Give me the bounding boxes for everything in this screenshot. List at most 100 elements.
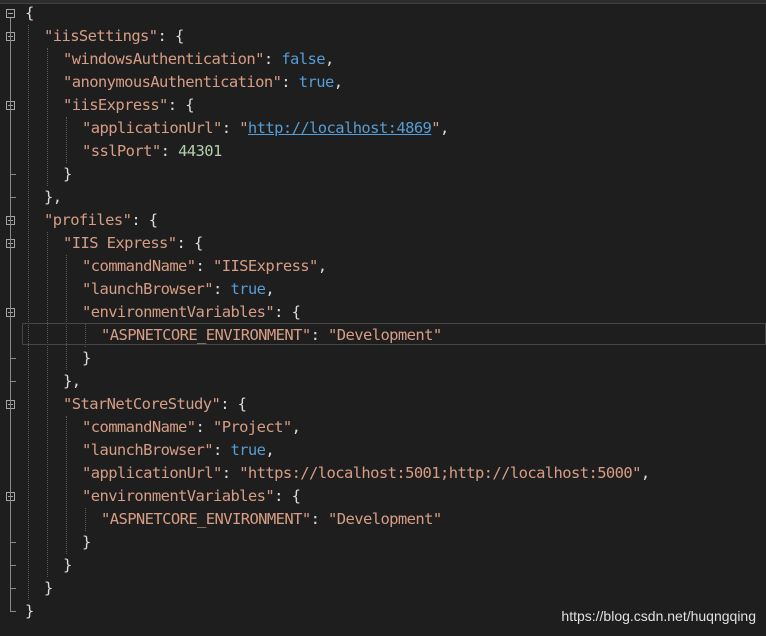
token-bool: true: [298, 73, 335, 91]
token-punc: :: [195, 257, 213, 275]
code-line[interactable]: },: [63, 370, 81, 393]
code-line[interactable]: "windowsAuthentication": false,: [63, 48, 334, 71]
token-punc: :: [281, 73, 299, 91]
token-punc: }: [82, 349, 91, 367]
code-line[interactable]: {: [25, 2, 34, 25]
token-key: "environmentVariables": [82, 303, 275, 321]
token-punc: }: [82, 533, 91, 551]
token-key: "iisSettings": [44, 27, 158, 45]
token-punc: }: [25, 602, 34, 620]
token-punc: ,: [640, 464, 650, 482]
code-line[interactable]: "ASPNETCORE_ENVIRONMENT": "Development": [101, 508, 442, 531]
code-line[interactable]: "iisSettings": {: [44, 25, 184, 48]
token-bool: true: [230, 441, 266, 459]
token-key: "StarNetCoreStudy": [63, 395, 221, 413]
token-key: "ASPNETCORE_ENVIRONMENT": [101, 510, 311, 528]
token-punc: ,: [317, 257, 327, 275]
token-punc: ,: [440, 119, 449, 137]
token-str: "Development": [328, 510, 442, 528]
token-key: "launchBrowser": [82, 280, 214, 298]
code-line[interactable]: "IIS Express": {: [63, 232, 203, 255]
code-line[interactable]: }: [44, 577, 53, 600]
token-punc: :: [212, 280, 231, 298]
code-line[interactable]: "ASPNETCORE_ENVIRONMENT": "Development": [101, 324, 442, 347]
code-line[interactable]: "sslPort": 44301: [82, 140, 222, 163]
indent-guide: [47, 48, 48, 186]
token-punc: : {: [131, 211, 158, 229]
code-line[interactable]: "launchBrowser": true,: [82, 439, 275, 462]
watermark: https://blog.csdn.net/huqngqing: [561, 608, 756, 624]
token-punc: :: [221, 119, 240, 137]
indent-guide: [28, 25, 29, 600]
code-line[interactable]: "environmentVariables": {: [82, 485, 301, 508]
token-punc: ,: [333, 73, 343, 91]
code-line[interactable]: "profiles": {: [44, 209, 158, 232]
token-key: "IIS Express": [63, 234, 177, 252]
token-punc: {: [25, 4, 34, 22]
token-punc: }: [63, 556, 72, 574]
token-key: "environmentVariables": [82, 487, 275, 505]
token-key: "applicationUrl": [82, 119, 222, 137]
token-punc: : {: [274, 487, 301, 505]
token-num: 44301: [178, 142, 222, 160]
token-bool: false: [281, 50, 325, 68]
code-line[interactable]: }: [25, 600, 34, 623]
code-line[interactable]: "iisExpress": {: [63, 94, 195, 117]
token-key: "iisExpress": [63, 96, 168, 114]
token-punc: :: [221, 464, 240, 482]
code-line[interactable]: "StarNetCoreStudy": {: [63, 393, 247, 416]
token-key: "profiles": [44, 211, 132, 229]
code-line[interactable]: "environmentVariables": {: [82, 301, 301, 324]
code-line[interactable]: "commandName": "Project",: [82, 416, 301, 439]
token-punc: :: [310, 510, 329, 528]
token-punc: :: [160, 142, 179, 160]
fold-gutter: [0, 0, 22, 636]
token-str: "https://localhost:5001;http://localhost…: [239, 464, 641, 482]
token-punc: }: [44, 579, 53, 597]
token-punc: },: [44, 188, 62, 206]
indent-guide: [47, 232, 48, 577]
editor-top-border: [0, 0, 766, 4]
token-punc: ,: [324, 50, 334, 68]
code-editor[interactable]: {"iisSettings": {"windowsAuthentication"…: [0, 0, 766, 636]
code-line[interactable]: "applicationUrl": "https://localhost:500…: [82, 462, 650, 485]
code-line[interactable]: }: [82, 531, 91, 554]
token-punc: :: [310, 326, 329, 344]
token-str: ": [431, 119, 441, 137]
indent-guide: [66, 416, 67, 554]
token-punc: :: [195, 418, 213, 436]
token-punc: ,: [265, 280, 275, 298]
token-str: "Project": [212, 418, 292, 436]
token-key: "commandName": [82, 418, 196, 436]
code-line[interactable]: },: [44, 186, 62, 209]
token-punc: :: [212, 441, 231, 459]
fold-toggle-icon[interactable]: [6, 9, 15, 18]
token-punc: : {: [274, 303, 301, 321]
token-punc: : {: [220, 395, 247, 413]
token-key: "sslPort": [82, 142, 161, 160]
code-line[interactable]: }: [82, 347, 91, 370]
token-punc: ,: [265, 441, 275, 459]
token-punc: },: [63, 372, 81, 390]
code-line[interactable]: "launchBrowser": true,: [82, 278, 275, 301]
token-punc: }: [63, 165, 72, 183]
token-key: "applicationUrl": [82, 464, 222, 482]
token-url: http://localhost:4869: [247, 119, 432, 137]
token-key: "commandName": [82, 257, 196, 275]
token-str: ": [239, 119, 248, 137]
token-punc: : {: [176, 234, 204, 252]
code-line[interactable]: "anonymousAuthentication": true,: [63, 71, 343, 94]
indent-guide: [85, 508, 86, 531]
code-line[interactable]: }: [63, 163, 72, 186]
token-key: "windowsAuthentication": [63, 50, 264, 68]
indent-guide: [66, 117, 67, 163]
fold-range-line: [10, 18, 11, 611]
code-line[interactable]: "commandName": "IISExpress",: [82, 255, 327, 278]
token-key: "ASPNETCORE_ENVIRONMENT": [101, 326, 311, 344]
token-str: "Development": [328, 326, 442, 344]
token-bool: true: [230, 280, 266, 298]
code-line[interactable]: }: [63, 554, 72, 577]
indent-guide: [66, 255, 67, 370]
token-key: "launchBrowser": [82, 441, 214, 459]
code-line[interactable]: "applicationUrl": "http://localhost:4869…: [82, 117, 449, 140]
